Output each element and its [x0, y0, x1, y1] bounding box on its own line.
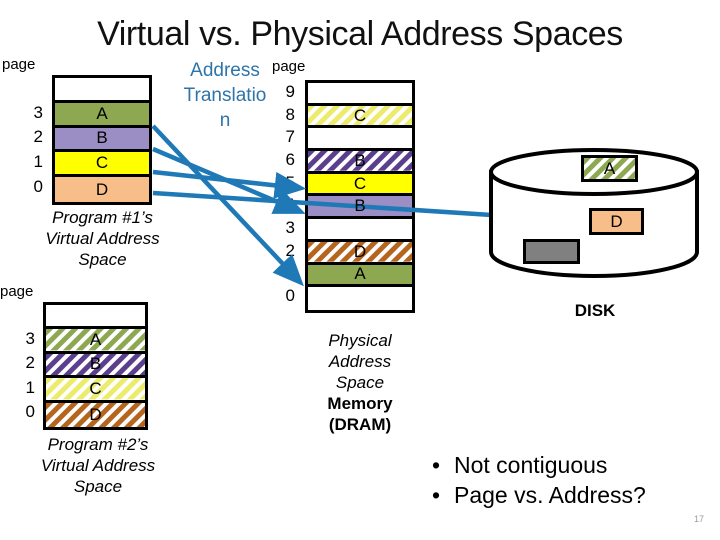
program2-cell-label: B [89, 354, 102, 374]
bullet-item-1: • Not contiguous [432, 452, 608, 478]
disk-block-a[interactable]: A [581, 155, 638, 182]
program2-row-2[interactable]: B [46, 353, 145, 379]
program2-cell-label: C [89, 378, 102, 398]
physical-cell-label: C [353, 173, 367, 193]
physical-row-2[interactable]: D [308, 242, 412, 265]
disk-block-free[interactable] [523, 239, 580, 264]
program2-row-3[interactable]: A [46, 329, 145, 354]
program2-cell-label: A [89, 330, 102, 350]
slide-number: 17 [694, 514, 705, 524]
physical-row-8[interactable]: C [308, 106, 412, 129]
bullet-item-2: • Page vs. Address? [432, 482, 646, 508]
arrow-c-to-page5 [152, 169, 307, 199]
physical-cell-label: D [353, 241, 367, 261]
program1-cell-label: A [96, 103, 108, 123]
bullet-dot-icon: • [432, 482, 441, 508]
physical-row-6[interactable]: B [308, 151, 412, 174]
bullet-dot-icon: • [432, 452, 441, 478]
disk-block-d[interactable]: D [589, 208, 644, 235]
program2-row-0[interactable]: D [46, 402, 145, 427]
physical-cell-label: C [353, 105, 367, 125]
program2-cell-label: D [89, 404, 102, 424]
program2-row-1[interactable]: C [46, 378, 145, 403]
physical-cell-label: A [354, 264, 366, 284]
program1-cell-label: D [95, 179, 109, 199]
bullet-list: • Not contiguous • Page vs. Address? [432, 450, 720, 510]
physical-cell-label: B [354, 150, 366, 170]
program1-cell-label: B [96, 128, 108, 148]
physical-cell-label: B [354, 196, 366, 216]
program1-cell-label: C [95, 153, 109, 173]
disk-caption: DISK [574, 301, 616, 320]
